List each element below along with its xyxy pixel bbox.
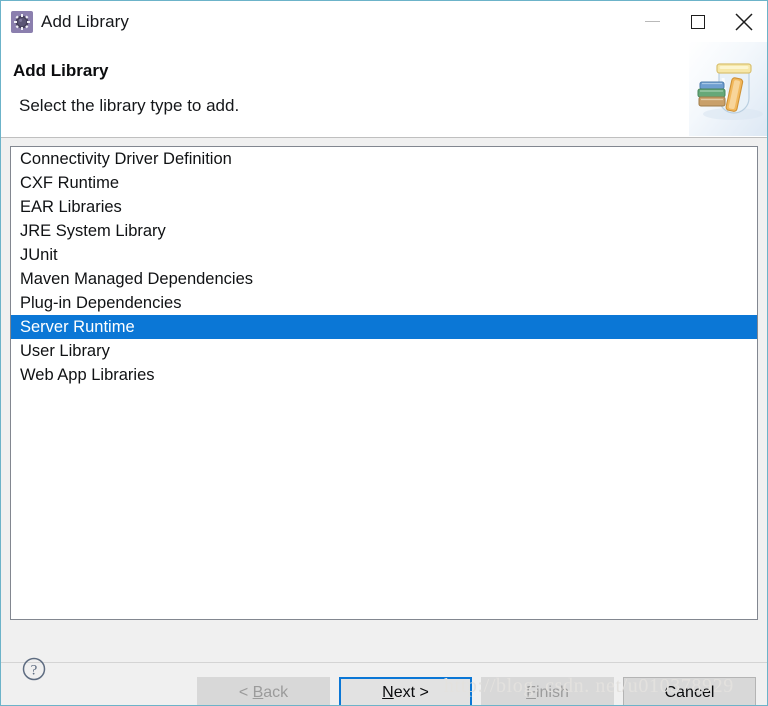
list-item[interactable]: Connectivity Driver Definition <box>11 147 757 171</box>
dialog-footer: < Back Next > Finish Cancel <box>1 662 767 705</box>
minimize-icon <box>644 21 660 22</box>
library-type-list[interactable]: Connectivity Driver Definition CXF Runti… <box>10 146 758 620</box>
button-bar: < Back Next > Finish Cancel <box>197 677 756 705</box>
finish-button[interactable]: Finish <box>481 677 614 705</box>
maximize-icon <box>691 14 705 29</box>
dialog-header: Add Library Select the library type to a… <box>1 42 767 138</box>
title-bar: Add Library <box>1 1 767 42</box>
svg-text:?: ? <box>31 662 38 678</box>
list-item[interactable]: JRE System Library <box>11 219 757 243</box>
close-button[interactable] <box>721 1 767 42</box>
list-item-selected[interactable]: Server Runtime <box>11 315 757 339</box>
back-button[interactable]: < Back <box>197 677 330 705</box>
dialog-body: Connectivity Driver Definition CXF Runti… <box>1 138 767 662</box>
cancel-button-label: Cancel <box>664 684 715 701</box>
back-button-label: < Back <box>238 684 289 701</box>
window-controls <box>629 1 767 42</box>
list-item[interactable]: CXF Runtime <box>11 171 757 195</box>
library-jar-books-icon <box>689 42 767 136</box>
page-title: Add Library <box>13 61 109 80</box>
close-icon <box>735 12 753 31</box>
banner-illustration <box>697 63 763 120</box>
list-item[interactable]: EAR Libraries <box>11 195 757 219</box>
list-item[interactable]: User Library <box>11 339 757 363</box>
gear-icon-glyph <box>14 13 30 30</box>
minimize-button[interactable] <box>629 1 675 42</box>
page-subtitle: Select the library type to add. <box>19 96 240 115</box>
eclipse-gear-icon <box>11 10 33 33</box>
add-library-dialog: Add Library Add Library Select the libra… <box>0 0 768 706</box>
help-question-icon[interactable]: ? <box>21 656 47 682</box>
maximize-button[interactable] <box>675 1 721 42</box>
cancel-button[interactable]: Cancel <box>623 677 756 705</box>
list-item[interactable]: JUnit <box>11 243 757 267</box>
next-button[interactable]: Next > <box>339 677 472 705</box>
list-item[interactable]: Maven Managed Dependencies <box>11 267 757 291</box>
window-title: Add Library <box>41 11 130 31</box>
next-button-label: Next > <box>382 684 429 701</box>
list-item[interactable]: Web App Libraries <box>11 363 757 387</box>
list-item[interactable]: Plug-in Dependencies <box>11 291 757 315</box>
finish-button-label: Finish <box>526 684 569 701</box>
